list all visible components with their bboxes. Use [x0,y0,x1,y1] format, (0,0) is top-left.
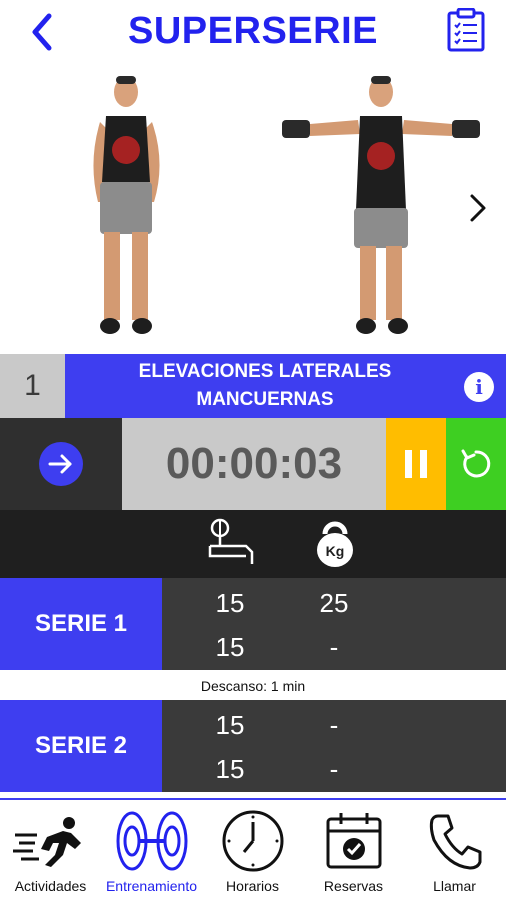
app-header: SUPERSERIE [0,0,506,64]
exercise-end-position-image [282,76,480,334]
reps-value[interactable]: 15 [200,746,260,792]
nav-item-llamar[interactable]: Llamar [404,800,505,900]
weight-plates-icon [116,811,187,871]
serie-label[interactable]: SERIE 2 [0,700,162,792]
weight-value[interactable]: - [304,624,364,670]
nav-item-horarios[interactable]: Horarios [202,800,303,900]
reps-value[interactable]: 15 [200,580,260,626]
pause-icon [405,450,427,478]
reps-value[interactable]: 15 [200,702,260,748]
exercise-number: 1 [0,354,65,418]
weight-value[interactable]: - [304,702,364,748]
nav-label: Llamar [433,878,476,894]
start-button[interactable] [39,442,83,486]
kg-label: Kg [326,543,345,559]
timer-display: 00:00:03 [122,418,386,510]
arrow-right-icon [48,454,72,474]
runner-icon [12,817,81,867]
weight-value[interactable]: 25 [304,580,364,626]
info-button[interactable]: i [464,372,494,402]
nav-label: Entrenamiento [105,878,198,894]
nav-label: Reservas [323,878,384,894]
calendar-check-icon [326,813,381,869]
serie-row: SERIE 2 15 - 15 - [0,700,506,792]
rest-label: Descanso: 1 min [0,674,506,698]
next-exercise-button[interactable] [464,190,492,226]
exercise-start-position-image [93,76,160,334]
nav-item-reservas[interactable]: Reservas [303,800,404,900]
kettlebell-icon: Kg [317,521,353,567]
serie-label[interactable]: SERIE 1 [0,578,162,670]
weight-value[interactable]: - [304,746,364,792]
pause-button[interactable] [386,418,446,510]
exercise-name-bar: 1 ELEVACIONES LATERALES MANCUERNAS i [0,354,506,418]
exercise-illustration [0,64,506,354]
phone-icon [429,814,481,870]
serie-row: SERIE 1 15 25 15 - [0,578,506,670]
bench-press-icon [208,518,254,564]
reset-icon [461,449,491,478]
reset-button[interactable] [446,418,506,510]
nav-label: Actividades [14,878,87,894]
workout-list-button[interactable] [444,6,488,54]
page-title: SUPERSERIE [128,10,378,52]
bottom-nav: Actividades Entrenamiento Horarios Reser… [0,798,506,900]
clock-icon [222,810,283,872]
nav-item-actividades[interactable]: Actividades [0,800,101,900]
timer-row: 00:00:03 [0,418,506,510]
exercise-name: ELEVACIONES LATERALES MANCUERNAS [138,361,392,410]
chevron-right-icon [470,194,486,222]
start-cell [0,418,122,510]
clipboard-list-icon [447,8,485,52]
info-icon: i [475,375,483,399]
nav-label: Horarios [226,878,279,894]
series-column-header: Kg [0,510,506,578]
reps-value[interactable]: 15 [200,624,260,670]
nav-item-entrenamiento[interactable]: Entrenamiento [101,800,202,900]
